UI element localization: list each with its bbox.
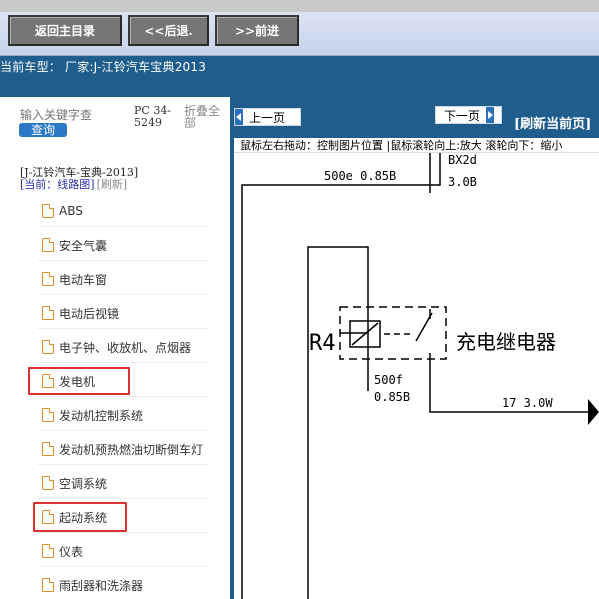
system-item-label: 发动机控制系统 [59, 408, 144, 423]
prev-page-button[interactable]: 上一页 [234, 108, 301, 126]
highlight-box [33, 502, 127, 532]
system-item[interactable]: ABS [42, 201, 83, 221]
system-item[interactable]: 发动机预热燃油切断倒车灯 [42, 439, 203, 459]
forward-button[interactable]: >>前进 [215, 15, 299, 46]
item-separator [38, 396, 208, 397]
system-item-label: 电子钟、收放机、点烟器 [59, 340, 192, 355]
item-separator [38, 362, 208, 363]
system-item[interactable]: 安全气囊 [42, 235, 107, 255]
document-icon [42, 272, 54, 286]
item-separator [38, 294, 208, 295]
wire-left-inner [307, 246, 369, 599]
prev-page-label: 上一页 [249, 110, 286, 125]
query-button[interactable]: 查询 [19, 123, 67, 137]
system-item-label: 空调系统 [59, 476, 108, 491]
relay-id: R4 [309, 331, 336, 356]
hint-bar: 鼠标左右拖动：控制图片位置 |鼠标滚轮向上:放大 滚轮向下：缩小 [234, 138, 599, 153]
document-icon [42, 408, 54, 422]
item-separator [38, 566, 208, 567]
document-icon [42, 340, 54, 354]
system-item-label: 发动机预热燃油切断倒车灯 [59, 442, 204, 457]
document-icon [42, 544, 54, 558]
back-button[interactable]: <<后退. [128, 15, 209, 46]
highlight-box [28, 367, 130, 395]
diagram-panel: 上一页 下一页 [刷新当前页] 鼠标左右拖动：控制图片位置 |鼠标滚轮向上:放大… [234, 97, 599, 599]
wire-500e [241, 153, 441, 599]
system-item[interactable]: 仪表 [42, 541, 83, 561]
item-separator [38, 226, 208, 227]
item-separator [38, 532, 208, 533]
pc-label: PC 34-5249 [134, 104, 172, 129]
wiring-diagram[interactable]: 500e 0.85B BX2d 3.0B R4 充电继电器 500f 0.85B… [234, 153, 599, 599]
system-item-label: ABS [59, 204, 83, 218]
wire-arrow [588, 399, 599, 425]
next-page-button[interactable]: 下一页 [435, 106, 502, 124]
item-separator [38, 260, 208, 261]
refresh-current-page-link[interactable]: [刷新当前页] [514, 113, 591, 132]
item-separator [38, 328, 208, 329]
mouse-hint: 鼠标左右拖动：控制图片位置 |鼠标滚轮向上:放大 滚轮向下：缩小 [240, 139, 563, 152]
label-bx2d: BX2d [448, 153, 477, 167]
next-page-label: 下一页 [444, 108, 481, 123]
label-30b: 3.0B [448, 175, 477, 189]
label-500e: 500e 0.85B [324, 169, 396, 183]
collapse-all-link[interactable]: 折叠全部 [184, 105, 224, 129]
home-button[interactable]: 返回主目录 [8, 15, 122, 46]
item-separator [38, 464, 208, 465]
diagram-header: 上一页 下一页 [刷新当前页] [234, 97, 599, 138]
item-separator [38, 498, 208, 499]
system-item-label: 安全气囊 [59, 238, 108, 253]
document-icon [42, 476, 54, 490]
system-item[interactable]: 电动车窗 [42, 269, 107, 289]
system-item-label: 仪表 [59, 544, 84, 559]
refresh-link[interactable]: [刷新] [97, 178, 128, 191]
top-nav-bar: 返回主目录 <<后退. >>前进 [0, 0, 599, 56]
document-icon [42, 204, 54, 218]
current-vehicle-label: 当前车型： 厂家:J-江铃汽车宝典2013 [0, 60, 207, 74]
system-item-label: 电动车窗 [59, 272, 108, 287]
arrow-right-icon [486, 107, 495, 123]
system-item[interactable]: 雨刮器和洗涤器 [42, 575, 143, 595]
current-section: [当前：线路图] [刷新] [20, 179, 127, 191]
label-17-30w: 17 3.0W [502, 396, 553, 410]
system-item[interactable]: 空调系统 [42, 473, 107, 493]
current-label: [当前：线路图] [20, 178, 95, 191]
arrow-left-icon [235, 109, 243, 125]
relay-name: 充电继电器 [456, 330, 556, 354]
item-separator [38, 430, 208, 431]
system-item[interactable]: 发动机控制系统 [42, 405, 143, 425]
keyword-search-input[interactable] [20, 108, 128, 122]
document-icon [42, 442, 54, 456]
system-item[interactable]: 电子钟、收放机、点烟器 [42, 337, 191, 357]
document-icon [42, 578, 54, 592]
system-item-label: 雨刮器和洗涤器 [59, 578, 144, 593]
label-085b: 0.85B [374, 390, 410, 404]
system-item[interactable]: 电动后视镜 [42, 303, 119, 323]
top-strip [0, 0, 599, 12]
left-nav-panel: 查询 PC 34-5249 折叠全部 [J-江铃汽车-宝典-2013] [当前：… [0, 97, 230, 599]
document-icon [42, 238, 54, 252]
label-500f: 500f [374, 373, 403, 387]
document-icon [42, 306, 54, 320]
system-item-label: 电动后视镜 [59, 306, 120, 321]
